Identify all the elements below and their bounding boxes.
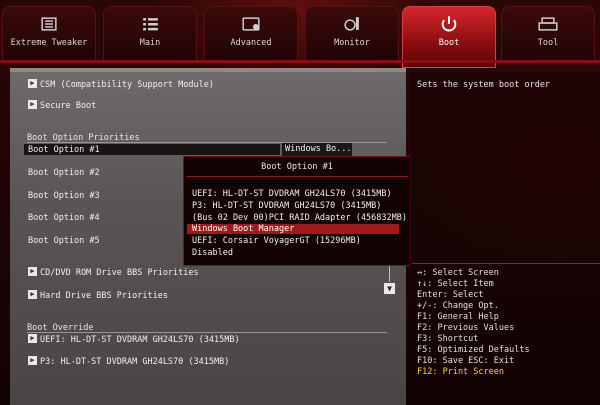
boot-option-1-value[interactable]: Windows Bo... — [282, 143, 352, 156]
popup-option[interactable]: UEFI: Corsair VoyagerGT (15296MB) — [192, 236, 361, 246]
secure-boot-submenu[interactable]: ▶ Secure Boot — [28, 100, 97, 111]
tab-label: Tool — [537, 38, 559, 48]
boot-option-popup: Boot Option #1 UEFI: HL-DT-ST DVDRAM GH2… — [183, 156, 411, 266]
key-hint: F1: General Help — [417, 312, 499, 322]
tab-bar: Extreme Tweaker Main Advanced Monitor Bo… — [2, 6, 598, 68]
scroll-down-button[interactable]: ▼ — [384, 283, 395, 294]
key-hint: F10: Save ESC: Exit — [417, 356, 515, 366]
tab-boot[interactable]: Boot — [402, 6, 496, 68]
key-hint-print-screen[interactable]: F12: Print Screen — [417, 367, 504, 377]
tab-label: Main — [139, 38, 161, 48]
arrow-right-icon: ▶ — [28, 267, 37, 276]
boot-option-1[interactable]: Boot Option #1 — [28, 145, 100, 155]
arrow-right-icon: ▶ — [28, 356, 37, 365]
header-divider — [27, 332, 387, 333]
tweaker-icon — [41, 17, 57, 31]
override-label: UEFI: HL-DT-ST DVDRAM GH24LS70 (3415MB) — [40, 335, 240, 345]
tab-tool[interactable]: Tool — [501, 6, 595, 62]
csm-label: CSM (Compatibility Support Module) — [40, 80, 214, 90]
scrollbar-track — [389, 264, 390, 282]
boot-option-4[interactable]: Boot Option #4 — [28, 213, 100, 223]
tool-icon — [538, 17, 558, 31]
key-hint: F5: Optimized Defaults — [417, 345, 530, 355]
popup-option[interactable]: Disabled — [192, 248, 233, 258]
key-hint: ↔: Select Screen — [417, 268, 499, 278]
key-hint: ↑↓: Select Item — [417, 279, 494, 289]
tab-extreme-tweaker[interactable]: Extreme Tweaker — [2, 6, 96, 62]
popup-option-selected[interactable]: Windows Boot Manager — [187, 224, 399, 234]
boot-option-2[interactable]: Boot Option #2 — [28, 168, 100, 178]
tab-underline — [0, 60, 600, 63]
tab-advanced[interactable]: Advanced — [204, 6, 298, 62]
tab-label: Boot — [438, 38, 460, 48]
popup-title: Boot Option #1 — [261, 162, 333, 172]
tab-main[interactable]: Main — [103, 6, 197, 62]
list-icon — [143, 18, 158, 31]
secure-boot-label: Secure Boot — [40, 101, 97, 111]
hdd-bbs-submenu[interactable]: ▶ Hard Drive BBS Priorities — [28, 290, 168, 301]
boot-option-3[interactable]: Boot Option #3 — [28, 191, 100, 201]
popup-option[interactable]: (Bus 02 Dev 00)PCI RAID Adapter (456832M… — [192, 213, 407, 223]
csm-submenu[interactable]: ▶ CSM (Compatibility Support Module) — [28, 79, 214, 90]
tab-monitor[interactable]: Monitor — [305, 6, 399, 62]
override-p3-dvd[interactable]: ▶ P3: HL-DT-ST DVDRAM GH24LS70 (3415MB) — [28, 356, 230, 367]
tab-label: Advanced — [230, 38, 272, 48]
arrow-right-icon: ▶ — [28, 290, 37, 299]
override-uefi-dvd[interactable]: ▶ UEFI: HL-DT-ST DVDRAM GH24LS70 (3415MB… — [28, 334, 240, 345]
cd-dvd-bbs-label: CD/DVD ROM Drive BBS Priorities — [40, 268, 199, 278]
help-description: Sets the system boot order — [417, 80, 551, 90]
help-divider — [412, 263, 600, 264]
advanced-icon — [242, 17, 260, 31]
tab-label: Monitor — [334, 38, 370, 48]
arrow-right-icon: ▶ — [28, 79, 37, 88]
power-icon — [441, 16, 457, 32]
key-hint: F3: Shortcut — [417, 334, 479, 344]
chevron-down-icon: ▼ — [387, 284, 392, 293]
tab-label: Extreme Tweaker — [10, 38, 88, 48]
arrow-right-icon: ▶ — [28, 100, 37, 109]
key-hint: Enter: Select — [417, 290, 484, 300]
cd-dvd-bbs-submenu[interactable]: ▶ CD/DVD ROM Drive BBS Priorities — [28, 267, 199, 278]
boot-option-5[interactable]: Boot Option #5 — [28, 236, 100, 246]
popup-divider — [186, 176, 408, 177]
popup-option[interactable]: UEFI: HL-DT-ST DVDRAM GH24LS70 (3415MB) — [192, 189, 392, 199]
key-hint: +/-: Change Opt. — [417, 301, 499, 311]
popup-option[interactable]: P3: HL-DT-ST DVDRAM GH24LS70 (3415MB) — [192, 201, 381, 211]
arrow-right-icon: ▶ — [28, 334, 37, 343]
hdd-bbs-label: Hard Drive BBS Priorities — [40, 291, 168, 301]
key-hint: F2: Previous Values — [417, 323, 515, 333]
monitor-icon — [344, 17, 359, 31]
override-label: P3: HL-DT-ST DVDRAM GH24LS70 (3415MB) — [40, 357, 230, 367]
